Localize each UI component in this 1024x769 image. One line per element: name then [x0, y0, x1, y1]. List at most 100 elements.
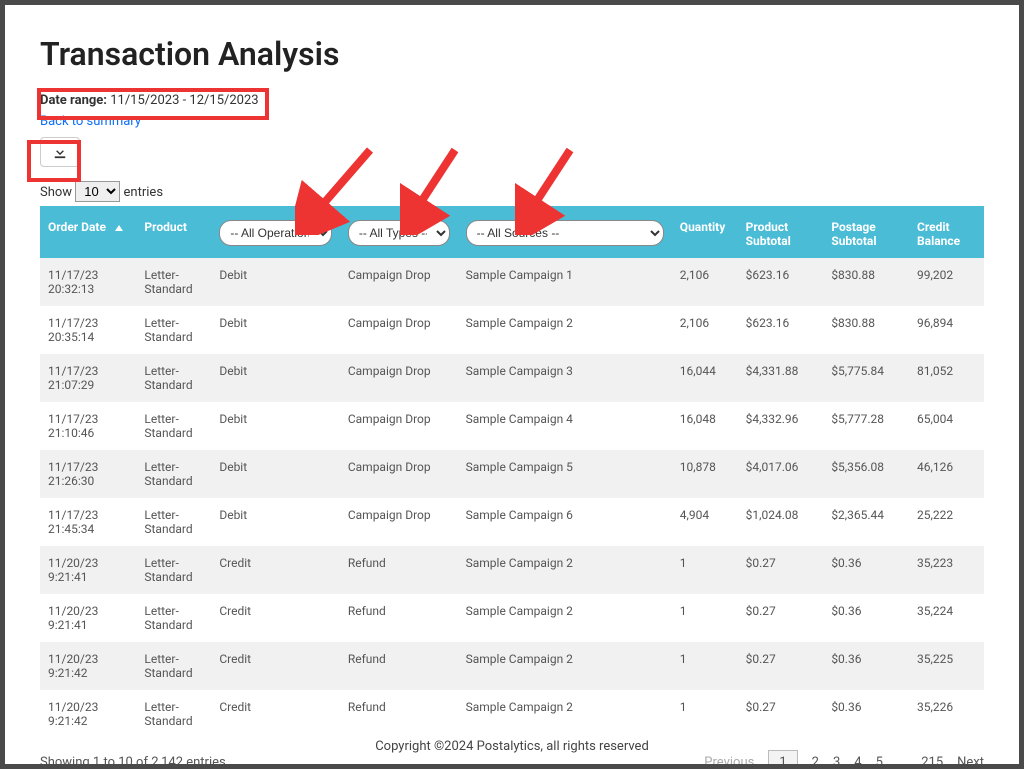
cell-balance: 99,202	[909, 258, 984, 306]
date-range-label: Date range:	[40, 93, 107, 108]
cell-postage-subtotal: $0.36	[823, 594, 909, 642]
transactions-table: Order Date Product -- All Operations -- …	[40, 206, 984, 738]
cell-balance: 35,223	[909, 546, 984, 594]
cell-date: 11/20/23 9:21:41	[40, 594, 136, 642]
table-row: 11/20/23 9:21:42Letter-StandardCreditRef…	[40, 642, 984, 690]
cell-product-subtotal: $0.27	[738, 594, 824, 642]
col-operation: -- All Operations --	[211, 206, 340, 258]
cell-quantity: 10,878	[672, 450, 738, 498]
cell-operation: Debit	[211, 354, 340, 402]
cell-source: Sample Campaign 2	[458, 306, 672, 354]
cell-source: Sample Campaign 3	[458, 354, 672, 402]
cell-date: 11/20/23 9:21:42	[40, 690, 136, 738]
cell-product-subtotal: $623.16	[738, 258, 824, 306]
cell-operation: Debit	[211, 450, 340, 498]
table-row: 11/20/23 9:21:42Letter-StandardCreditRef…	[40, 690, 984, 738]
cell-operation: Debit	[211, 498, 340, 546]
cell-source: Sample Campaign 5	[458, 450, 672, 498]
cell-date: 11/17/23 20:32:13	[40, 258, 136, 306]
table-row: 11/20/23 9:21:41Letter-StandardCreditRef…	[40, 546, 984, 594]
page-2[interactable]: 2	[812, 755, 819, 769]
cell-postage-subtotal: $2,365.44	[823, 498, 909, 546]
cell-type: Refund	[340, 546, 458, 594]
cell-type: Campaign Drop	[340, 498, 458, 546]
back-to-summary-link[interactable]: Back to summary	[40, 114, 141, 129]
entries-label: entries	[124, 185, 164, 200]
cell-operation: Credit	[211, 546, 340, 594]
cell-quantity: 16,044	[672, 354, 738, 402]
date-range: Date range: 11/15/2023 - 12/15/2023	[40, 93, 259, 108]
cell-postage-subtotal: $5,777.28	[823, 402, 909, 450]
cell-source: Sample Campaign 1	[458, 258, 672, 306]
col-order-date-label: Order Date	[48, 220, 106, 234]
cell-postage-subtotal: $830.88	[823, 258, 909, 306]
table-row: 11/20/23 9:21:41Letter-StandardCreditRef…	[40, 594, 984, 642]
cell-product: Letter-Standard	[136, 306, 211, 354]
cell-product: Letter-Standard	[136, 594, 211, 642]
cell-source: Sample Campaign 2	[458, 642, 672, 690]
date-range-value: 11/15/2023 - 12/15/2023	[110, 93, 258, 108]
cell-balance: 25,222	[909, 498, 984, 546]
cell-balance: 46,126	[909, 450, 984, 498]
col-order-date[interactable]: Order Date	[40, 206, 136, 258]
col-credit-balance[interactable]: Credit Balance	[909, 206, 984, 258]
cell-type: Campaign Drop	[340, 354, 458, 402]
cell-type: Campaign Drop	[340, 306, 458, 354]
cell-postage-subtotal: $5,356.08	[823, 450, 909, 498]
page-next[interactable]: Next	[957, 755, 984, 769]
col-product[interactable]: Product	[136, 206, 211, 258]
cell-product-subtotal: $0.27	[738, 642, 824, 690]
filter-types[interactable]: -- All Types --	[348, 220, 450, 246]
cell-product: Letter-Standard	[136, 546, 211, 594]
col-type: -- All Types --	[340, 206, 458, 258]
col-quantity[interactable]: Quantity	[672, 206, 738, 258]
cell-type: Refund	[340, 642, 458, 690]
cell-quantity: 1	[672, 642, 738, 690]
cell-postage-subtotal: $830.88	[823, 306, 909, 354]
cell-type: Campaign Drop	[340, 450, 458, 498]
download-button[interactable]	[40, 137, 80, 167]
cell-product-subtotal: $623.16	[738, 306, 824, 354]
entries-select[interactable]: 10	[75, 181, 120, 202]
table-row: 11/17/23 21:10:46Letter-StandardDebitCam…	[40, 402, 984, 450]
page-prev[interactable]: Previous	[704, 755, 754, 769]
cell-date: 11/20/23 9:21:41	[40, 546, 136, 594]
cell-date: 11/20/23 9:21:42	[40, 642, 136, 690]
cell-type: Refund	[340, 690, 458, 738]
cell-operation: Credit	[211, 594, 340, 642]
cell-quantity: 2,106	[672, 258, 738, 306]
download-icon	[53, 145, 67, 159]
cell-date: 11/17/23 21:07:29	[40, 354, 136, 402]
table-row: 11/17/23 20:32:13Letter-StandardDebitCam…	[40, 258, 984, 306]
filter-sources[interactable]: -- All Sources --	[466, 220, 664, 246]
cell-operation: Credit	[211, 690, 340, 738]
cell-source: Sample Campaign 2	[458, 690, 672, 738]
page-3[interactable]: 3	[833, 755, 840, 769]
cell-balance: 65,004	[909, 402, 984, 450]
cell-date: 11/17/23 21:45:34	[40, 498, 136, 546]
page-5[interactable]: 5	[876, 755, 883, 769]
cell-quantity: 16,048	[672, 402, 738, 450]
cell-product: Letter-Standard	[136, 450, 211, 498]
cell-product: Letter-Standard	[136, 498, 211, 546]
cell-balance: 81,052	[909, 354, 984, 402]
filter-operations[interactable]: -- All Operations --	[219, 220, 332, 246]
cell-type: Campaign Drop	[340, 258, 458, 306]
cell-source: Sample Campaign 2	[458, 594, 672, 642]
cell-product-subtotal: $4,332.96	[738, 402, 824, 450]
cell-type: Refund	[340, 594, 458, 642]
col-source: -- All Sources --	[458, 206, 672, 258]
col-product-subtotal[interactable]: Product Subtotal	[738, 206, 824, 258]
col-postage-subtotal[interactable]: Postage Subtotal	[823, 206, 909, 258]
cell-postage-subtotal: $0.36	[823, 546, 909, 594]
page-4[interactable]: 4	[854, 755, 861, 769]
cell-operation: Debit	[211, 306, 340, 354]
cell-balance: 35,224	[909, 594, 984, 642]
cell-product: Letter-Standard	[136, 402, 211, 450]
table-info: Showing 1 to 10 of 2,142 entries	[40, 755, 226, 769]
cell-source: Sample Campaign 2	[458, 546, 672, 594]
cell-product: Letter-Standard	[136, 258, 211, 306]
cell-product-subtotal: $4,017.06	[738, 450, 824, 498]
cell-type: Campaign Drop	[340, 402, 458, 450]
page-215[interactable]: 215	[921, 755, 943, 769]
